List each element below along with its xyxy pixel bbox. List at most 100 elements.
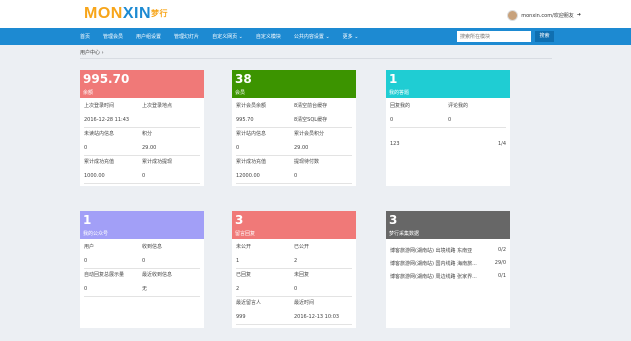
stat-label: 积分 [142, 131, 153, 137]
card-title: 留言回复 [235, 231, 256, 237]
card-footer: 123 1/4 [386, 138, 510, 147]
stat-label: 收到信息 [142, 244, 163, 250]
card-my-official-account: 1 我的公众号用户 收到信息 0 0 自动回复总展示量 最近收到信息 0 无 [80, 211, 204, 328]
card-header[interactable]: 3 梦行采集数据 [386, 211, 510, 239]
list-item-title[interactable]: 博客旅游网(湖南站) 周边线路 张家界... [390, 273, 477, 283]
card-title: 我的答题 [389, 90, 410, 96]
list-item-count: 0/1 [497, 273, 506, 279]
card-balance: 995.70 余额上次登录时间 上次登录地点 2016-12-28 11:43 未读站内… [80, 70, 204, 186]
top-header: MONXIN梦行 monxin.com/欢迎朋友 ➜ [0, 0, 631, 28]
footer-text[interactable]: 123 [390, 141, 400, 147]
stat-label: 已公开 [294, 244, 310, 250]
card-my-answers: 1 我的答题 回复我的 评论我的 0 0 123 1/4 [386, 70, 510, 186]
card-collected-data: 3 梦行采集数据 博客旅游网(湖南站) 出境线路 东南亚 0/2 博客旅游网(湖南站) … [386, 211, 510, 328]
breadcrumb-divider [80, 58, 552, 59]
stat-value[interactable]: 2 [236, 283, 294, 297]
breadcrumb[interactable]: 用户中心 › [80, 49, 104, 56]
list-item[interactable]: 博客旅游网(湖南站) 周边线路 张家界... 0/1 [386, 270, 510, 283]
stat-label: 累计成功充值 [84, 159, 115, 165]
card-number: 3 [235, 213, 244, 227]
stat-value[interactable]: 0 [236, 142, 294, 156]
nav-item[interactable]: 首页 [80, 33, 90, 40]
stat-value[interactable]: 29.00 [294, 142, 352, 156]
list-item[interactable]: 博客旅游网(湖南站) 出境线路 东南亚 0/2 [386, 244, 510, 257]
card-header[interactable]: 1 我的答题 [386, 70, 510, 98]
stat-value[interactable]: 29.00 [142, 142, 200, 156]
stat-label: 最近留言人 [236, 300, 262, 306]
user-name[interactable]: monxin.com/欢迎朋友 [521, 12, 574, 19]
stat-label: 累计站内信息 [236, 131, 267, 137]
search-input[interactable] [457, 31, 531, 42]
card-header[interactable]: 1 我的公众号 [80, 211, 204, 239]
list-item-title[interactable]: 博客旅游网(湖南站) 出境线路 东南亚 [390, 247, 472, 257]
stat-value[interactable]: 1000.00 [84, 170, 142, 184]
card-message-replies: 3 留言回复 未公开 已公开 1 2 已回复 未回复 2 0 最近留言人 最近时间 999 2016-12… [232, 211, 356, 328]
card-header[interactable]: 38 会员 [232, 70, 356, 98]
card-number: 38 [235, 72, 252, 86]
stat-value[interactable]: 0 [142, 170, 200, 184]
card-stats-grid: 用户 收到信息 0 0 自动回复总展示量 最近收到信息 0 无 [80, 239, 204, 297]
card-number: 1 [83, 213, 92, 227]
list-item-title[interactable]: 博客旅游网(湖南站) 国内线路 海南旅... [390, 260, 477, 270]
user-area: monxin.com/欢迎朋友 ➜ [507, 8, 581, 22]
nav-item[interactable]: 管理幻灯片 [174, 33, 199, 40]
card-title: 余额 [83, 90, 94, 96]
stat-value[interactable] [142, 114, 200, 128]
stat-label: 未读站内信息 [84, 131, 115, 137]
nav-item[interactable]: 管理会员 [103, 33, 123, 40]
stat-label: 未回复 [294, 272, 310, 278]
nav-item[interactable]: 自定义模块 [256, 33, 281, 40]
stat-value[interactable]: 2016-12-28 11:43 [84, 114, 142, 128]
stat-value[interactable]: 999 [236, 311, 294, 325]
stat-value[interactable]: 995.70 [236, 114, 294, 128]
stat-value[interactable]: 0 [294, 283, 352, 297]
stat-label: 评论我的 [448, 103, 469, 109]
stat-label: 提现待付数 [294, 159, 320, 165]
search-button[interactable]: 搜索 [535, 31, 554, 42]
stat-label: 已回复 [236, 272, 252, 278]
stat-value[interactable]: 12000.00 [236, 170, 294, 184]
stat-value[interactable]: 0 [390, 114, 448, 128]
nav-item[interactable]: 自定义网页 ⌄ [212, 33, 243, 40]
card-members: 38 会员 累计会员余额 8清空前台缓存 995.70 8清空SQL缓存 累计站内信息 累计会… [232, 70, 356, 186]
list-item[interactable]: 博客旅游网(湖南站) 国内线路 海南旅... 29/0 [386, 257, 510, 270]
stat-label: 回复我的 [390, 103, 411, 109]
nav-item[interactable]: 公共内容设置 ⌄ [294, 33, 330, 40]
stat-value[interactable]: 无 [142, 283, 200, 297]
pager[interactable]: 1/4 [498, 141, 506, 147]
site-logo[interactable]: MONXIN梦行 [84, 6, 168, 22]
logo-part-2: XIN [122, 5, 151, 22]
stat-value[interactable]: 0 [84, 255, 142, 269]
card-title: 会员 [235, 90, 246, 96]
logout-icon[interactable]: ➜ [577, 12, 581, 18]
stat-value[interactable]: 0 [142, 255, 200, 269]
stat-value[interactable]: 2 [294, 255, 352, 269]
card-header[interactable]: 3 留言回复 [232, 211, 356, 239]
card-stats-grid: 上次登录时间 上次登录地点 2016-12-28 11:43 未读站内信息 积分 0 29.… [80, 98, 204, 184]
logo-part-3: 梦行 [151, 9, 168, 18]
nav-item[interactable]: 用户组设置 [136, 33, 161, 40]
logo-part-1: MON [84, 5, 123, 22]
stat-label: 最近时间 [294, 300, 315, 306]
card-stats-grid: 累计会员余额 8清空前台缓存 995.70 8清空SQL缓存 累计站内信息 累计会员积分 0… [232, 98, 356, 184]
card-header[interactable]: 995.70 余额 [80, 70, 204, 98]
avatar[interactable] [507, 9, 519, 21]
card-title: 我的公众号 [83, 231, 109, 237]
stat-value[interactable]: 0 [448, 114, 506, 128]
stat-label: 上次登录地点 [142, 103, 173, 109]
nav-item[interactable]: 更多 ⌄ [343, 33, 359, 40]
stat-label: 最近收到信息 [142, 272, 173, 278]
stat-label: 上次登录时间 [84, 103, 115, 109]
stat-value[interactable]: 0 [84, 142, 142, 156]
stat-value[interactable]: 8清空SQL缓存 [294, 114, 352, 128]
list-item-count: 0/2 [497, 247, 506, 253]
card-number: 995.70 [83, 72, 130, 86]
stat-label: 累计会员积分 [294, 131, 325, 137]
nav-items: 首页 管理会员 用户组设置 管理幻灯片 自定义网页 ⌄ 自定义模块 公共内容设置 ⌄ 更多 ⌄ [80, 28, 371, 45]
stat-value[interactable]: 2016-12-13 10:03 [294, 311, 352, 325]
stat-value[interactable]: 0 [294, 170, 352, 184]
card-stats-grid: 回复我的 评论我的 0 0 [386, 98, 510, 128]
list-item-count: 29/0 [494, 260, 506, 266]
stat-value[interactable]: 1 [236, 255, 294, 269]
stat-value[interactable]: 0 [84, 283, 142, 297]
